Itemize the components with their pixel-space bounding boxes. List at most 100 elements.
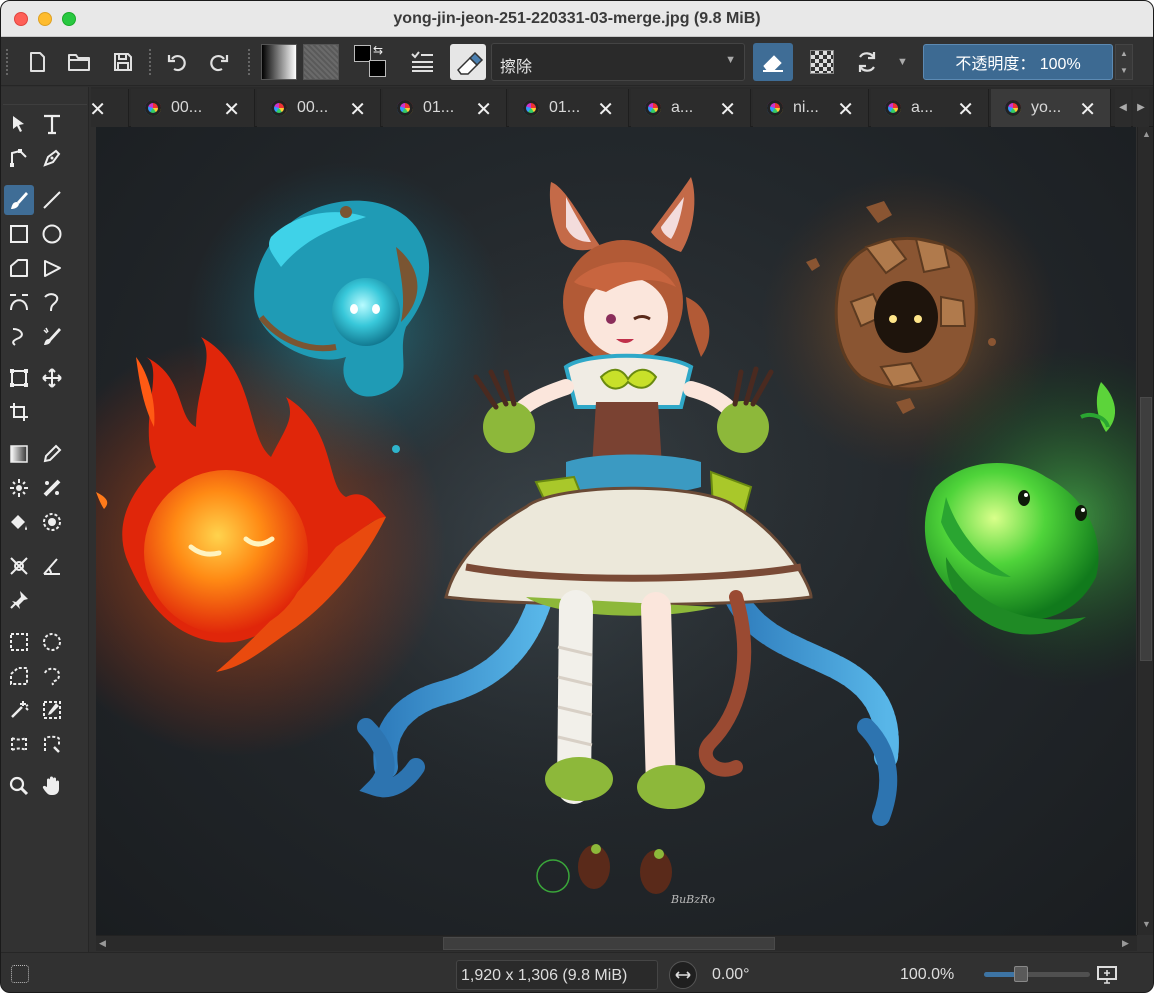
brush-preset-thumbnail[interactable] xyxy=(450,44,486,80)
tab-scroll-right-button[interactable]: ▶ xyxy=(1133,89,1149,127)
tab-label: 00... xyxy=(171,99,203,116)
scroll-right-icon[interactable]: ▶ xyxy=(1122,938,1129,949)
preserve-alpha-button[interactable] xyxy=(804,44,840,80)
vertical-scrollbar[interactable]: ▲ ▼ xyxy=(1137,127,1153,935)
horizontal-scrollbar[interactable]: ◀ ▶ xyxy=(96,935,1137,951)
close-tab-icon[interactable]: ✕ xyxy=(957,97,974,122)
text-tool-icon[interactable] xyxy=(37,109,67,139)
close-tab-icon[interactable]: ✕ xyxy=(837,97,854,122)
background-color-swatch[interactable] xyxy=(369,60,386,77)
close-tab-icon[interactable]: ✕ xyxy=(1079,97,1096,122)
similar-color-selection-tool-icon[interactable] xyxy=(37,695,67,725)
assistant-tool-icon[interactable] xyxy=(4,551,34,581)
ellipse-tool-icon[interactable] xyxy=(37,219,67,249)
pattern-swatch[interactable] xyxy=(303,44,339,80)
multibrush-tool-icon[interactable] xyxy=(37,321,67,351)
polygon-tool-icon[interactable] xyxy=(4,253,34,283)
edit-shapes-tool-icon[interactable] xyxy=(4,143,34,173)
document-tab[interactable]: a... ✕ xyxy=(631,89,751,127)
new-document-icon[interactable] xyxy=(21,46,53,78)
tab-scroll-left-button[interactable]: ◀ xyxy=(1115,89,1131,127)
colorize-mask-tool-icon[interactable] xyxy=(4,473,34,503)
select-shapes-tool-icon[interactable] xyxy=(4,109,34,139)
artist-signature: BuBzRo xyxy=(670,893,715,906)
document-tab[interactable]: a... ✕ xyxy=(871,89,989,127)
freehand-brush-tool-icon[interactable] xyxy=(4,185,34,215)
document-tab[interactable]: 00... ✕ xyxy=(257,89,381,127)
zoom-slider[interactable] xyxy=(984,966,1090,982)
zoom-tool-icon[interactable] xyxy=(4,771,34,801)
crop-tool-icon[interactable] xyxy=(4,397,34,427)
list-icon[interactable] xyxy=(406,46,438,78)
close-tab-icon[interactable]: ✕ xyxy=(475,97,492,122)
vertical-scroll-thumb[interactable] xyxy=(1140,397,1152,661)
rotation-dial-icon[interactable] xyxy=(669,961,697,989)
image-dimensions[interactable]: 1,920 x 1,306 (9.8 MiB) xyxy=(456,960,658,990)
bezier-selection-tool-icon[interactable] xyxy=(4,729,34,759)
reload-preset-button[interactable] xyxy=(847,44,887,80)
chevron-down-icon: ▼ xyxy=(725,54,736,66)
rectangle-tool-icon[interactable] xyxy=(4,219,34,249)
gradient-tool-icon[interactable] xyxy=(4,439,34,469)
calligraphy-tool-icon[interactable] xyxy=(37,143,67,173)
toolbar-grip[interactable] xyxy=(247,48,251,76)
document-tab-active[interactable]: yo... ✕ xyxy=(991,89,1111,127)
canvas-artwork[interactable]: BuBzRo xyxy=(96,127,1136,935)
polyline-tool-icon[interactable] xyxy=(37,253,67,283)
swap-colors-icon[interactable]: ⇆ xyxy=(373,43,383,57)
dynamic-brush-tool-icon[interactable] xyxy=(4,321,34,351)
elliptical-selection-tool-icon[interactable] xyxy=(37,627,67,657)
move-tool-icon[interactable] xyxy=(37,363,67,393)
opacity-slider[interactable]: 不透明度： 100% xyxy=(923,44,1113,80)
selection-mode-icon[interactable] xyxy=(11,965,29,983)
tab-label: 00... xyxy=(297,99,329,116)
smart-patch-tool-icon[interactable] xyxy=(37,473,67,503)
redo-icon[interactable] xyxy=(203,46,235,78)
document-tab[interactable]: ni... ✕ xyxy=(753,89,869,127)
measure-tool-icon[interactable] xyxy=(37,551,67,581)
save-icon[interactable] xyxy=(107,46,139,78)
color-picker-tool-icon[interactable] xyxy=(37,439,67,469)
scroll-left-icon[interactable]: ◀ xyxy=(99,938,106,949)
line-tool-icon[interactable] xyxy=(37,185,67,215)
document-tab-partial[interactable]: ✕ xyxy=(89,89,129,127)
magnetic-selection-tool-icon[interactable] xyxy=(37,729,67,759)
brush-preset-select[interactable]: 擦除 ▼ xyxy=(491,43,745,81)
pan-tool-icon[interactable] xyxy=(37,771,67,801)
close-tab-icon[interactable]: ✕ xyxy=(89,97,106,122)
zoom-slider-handle[interactable] xyxy=(1014,966,1028,982)
document-tab[interactable]: 00... ✕ xyxy=(131,89,255,127)
enclose-fill-tool-icon[interactable] xyxy=(37,507,67,537)
toolbar-grip[interactable] xyxy=(148,48,152,76)
monitor-icon[interactable] xyxy=(1096,965,1118,990)
bezier-curve-tool-icon[interactable] xyxy=(4,287,34,317)
scroll-down-icon[interactable]: ▼ xyxy=(1142,919,1151,929)
close-tab-icon[interactable]: ✕ xyxy=(223,97,240,122)
contiguous-selection-tool-icon[interactable] xyxy=(4,695,34,725)
close-tab-icon[interactable]: ✕ xyxy=(349,97,366,122)
open-folder-icon[interactable] xyxy=(63,46,95,78)
horizontal-scroll-thumb[interactable] xyxy=(443,937,775,950)
tab-label: a... xyxy=(911,99,934,116)
gradient-swatch[interactable] xyxy=(261,44,297,80)
polygonal-selection-tool-icon[interactable] xyxy=(4,661,34,691)
close-tab-icon[interactable]: ✕ xyxy=(597,97,614,122)
freehand-selection-tool-icon[interactable] xyxy=(37,661,67,691)
fill-tool-icon[interactable] xyxy=(4,507,34,537)
zoom-level[interactable]: 100.0% xyxy=(900,966,954,984)
undo-icon[interactable] xyxy=(161,46,193,78)
close-tab-icon[interactable]: ✕ xyxy=(719,97,736,122)
scroll-up-icon[interactable]: ▲ xyxy=(1142,129,1151,139)
freehand-path-tool-icon[interactable] xyxy=(37,287,67,317)
transform-tool-icon[interactable] xyxy=(4,363,34,393)
document-tab[interactable]: 01... ✕ xyxy=(383,89,507,127)
foreground-background-colors[interactable]: ⇆ xyxy=(351,43,391,81)
opacity-spinner[interactable]: ▲ ▼ xyxy=(1115,44,1133,80)
reference-images-tool-icon[interactable] xyxy=(4,585,34,615)
toolbar-grip[interactable] xyxy=(5,48,9,76)
rectangular-selection-tool-icon[interactable] xyxy=(4,627,34,657)
chevron-down-icon[interactable]: ▼ xyxy=(897,56,908,68)
krita-document-icon xyxy=(397,100,413,116)
document-tab[interactable]: 01... ✕ xyxy=(509,89,629,127)
eraser-mode-button[interactable] xyxy=(753,43,793,81)
